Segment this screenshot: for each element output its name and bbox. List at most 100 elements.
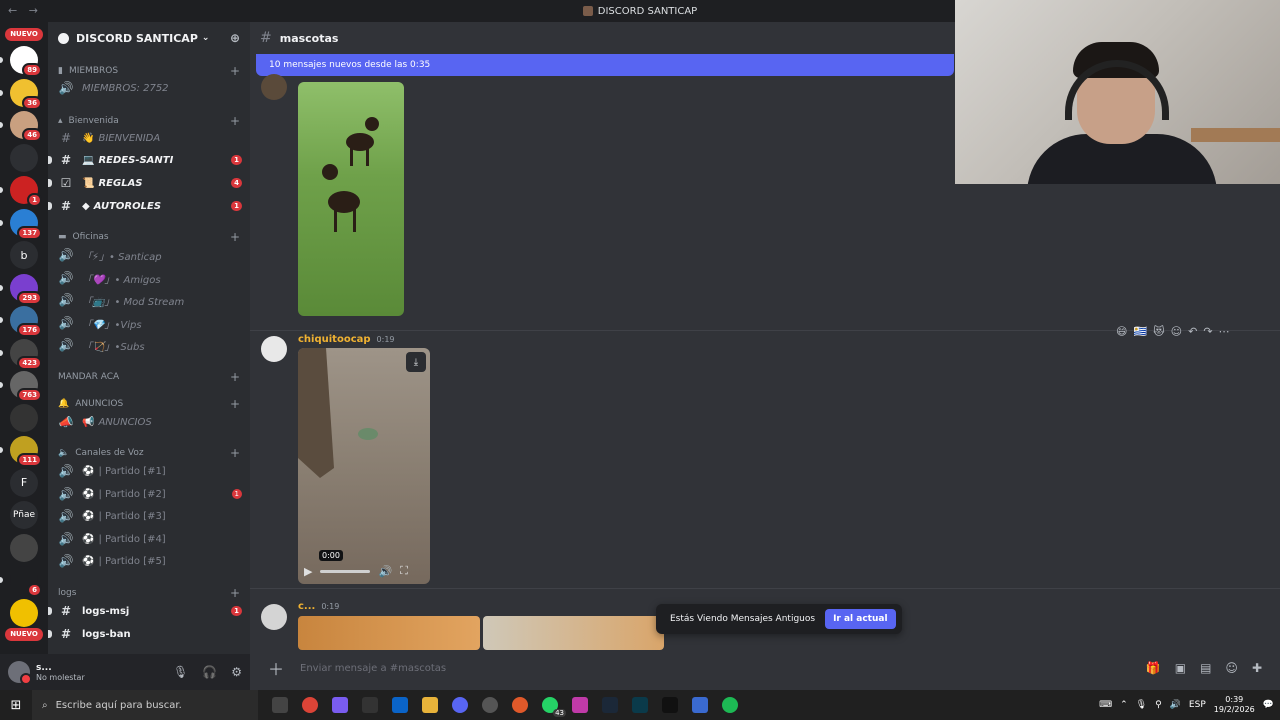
add-channel-icon[interactable]: + (230, 586, 240, 600)
add-channel-icon[interactable]: + (230, 114, 240, 128)
server-icon[interactable]: 1 (10, 176, 42, 207)
dog-photo[interactable] (298, 82, 404, 316)
server-icon[interactable]: 293 (10, 273, 42, 305)
avatar[interactable] (261, 336, 287, 362)
taskbar-search[interactable]: ⌕ Escribe aquí para buscar. (32, 690, 258, 720)
category-voz[interactable]: 🔈 Canales de Voz + (58, 446, 240, 460)
channel-bienvenida[interactable]: # 👋 BIENVENIDA (58, 128, 242, 148)
cat-photo[interactable] (483, 616, 664, 650)
gear-icon[interactable]: ⚙ (231, 665, 242, 679)
cat-photo[interactable] (298, 616, 480, 650)
gif-icon[interactable]: ▣ (1175, 661, 1186, 675)
sticker-icon[interactable]: ▤ (1200, 661, 1211, 675)
server-icon[interactable]: 763 (10, 371, 42, 402)
channel-miembros[interactable]: 🔊 MIEMBROS: 2752 (58, 78, 242, 98)
obs-icon[interactable] (482, 697, 498, 713)
channel-logs-msj[interactable]: # logs-msj 1 (48, 601, 242, 621)
server-icon[interactable]: 46 (10, 111, 42, 142)
app-icon[interactable] (632, 697, 648, 713)
microphone-icon[interactable]: 🎙 (1136, 700, 1147, 710)
voice-channel[interactable]: 🔊 「💜」• Amigos (58, 268, 242, 288)
headphones-icon[interactable]: 🎧 (202, 665, 217, 679)
microphone-icon[interactable]: 🎙 (173, 665, 188, 679)
avatar[interactable] (8, 661, 32, 685)
add-reaction-icon[interactable]: ☺ (1171, 325, 1182, 338)
channel-anuncios[interactable]: 📣 📢 ANUNCIOS (58, 412, 242, 432)
epic-games-icon[interactable] (362, 697, 378, 713)
voice-channel[interactable]: 🔊 「💎」•Vips (58, 313, 242, 333)
notification-icon[interactable]: 💬 (1263, 700, 1274, 710)
server-icon[interactable]: 111 (10, 436, 42, 467)
category-bienvenida[interactable]: ▴ Bienvenida + (58, 114, 240, 128)
add-attachment-icon[interactable]: ＋ (268, 656, 284, 680)
voice-channel-partido[interactable]: 🔊 ⚽ | Partido [#3] (58, 506, 242, 526)
server-icon[interactable]: 36 (10, 78, 42, 110)
message-input[interactable]: Enviar mensaje a #mascotas (300, 663, 446, 674)
discord-icon[interactable] (452, 697, 468, 713)
server-icon[interactable]: 137 (10, 208, 42, 240)
voice-channel[interactable]: 🔊 「🏹」•Subs (58, 335, 242, 355)
shield-icon[interactable] (692, 697, 708, 713)
voice-channel-partido[interactable]: 🔊 ⚽ | Partido [#2] 1 (58, 484, 242, 504)
add-channel-icon[interactable]: + (230, 446, 240, 460)
reaction-emoji-icon[interactable]: 😄 (1116, 325, 1127, 338)
add-channel-icon[interactable]: + (230, 64, 240, 78)
category-anuncios[interactable]: 🔔 ANUNCIOS + (58, 397, 240, 411)
windows-start-icon[interactable]: ⊞ (0, 698, 32, 713)
forward-icon[interactable]: ↷ (1203, 325, 1212, 338)
server-icon[interactable] (10, 533, 38, 562)
app-icon[interactable] (512, 697, 528, 713)
message-author[interactable]: chiquitoocap 0:19 (298, 334, 395, 345)
category-logs[interactable]: logs + (58, 586, 240, 600)
channel-reglas[interactable]: ☑ 📜 REGLAS 4 (48, 173, 242, 193)
task-view-icon[interactable] (272, 697, 288, 713)
voice-channel[interactable]: 🔊 「📺」• Mod Stream (58, 290, 242, 310)
network-icon[interactable]: ⚲ (1155, 700, 1162, 710)
server-icon[interactable] (10, 598, 38, 627)
app-icon[interactable] (572, 697, 588, 713)
jump-to-present-button[interactable]: Ir al actual (825, 609, 896, 629)
add-channel-icon[interactable]: + (230, 370, 240, 384)
play-icon[interactable]: ▶ (304, 565, 312, 578)
language-indicator[interactable]: ESP (1189, 700, 1206, 710)
spotify-icon[interactable] (722, 697, 738, 713)
video-progress-bar[interactable] (320, 569, 371, 573)
flag-icon[interactable]: 🇺🇾 (1133, 325, 1147, 338)
heart-eyes-icon[interactable]: 😻 (1153, 325, 1164, 338)
fullscreen-icon[interactable]: ⛶ (400, 564, 408, 578)
volume-icon[interactable]: 🔊 (1170, 700, 1181, 710)
add-member-icon[interactable]: ⊕ (230, 31, 240, 45)
channel-autoroles[interactable]: # ◆ AUTOROLES 1 (48, 196, 242, 216)
message-composer[interactable]: ＋ Enviar mensaje a #mascotas 🎁 ▣ ▤ ☺ ✚ (256, 650, 1274, 686)
download-icon[interactable]: ⤓ (406, 352, 426, 372)
category-mandar-aca[interactable]: MANDAR ACA + (58, 370, 240, 384)
whatsapp-icon[interactable]: 43 (542, 697, 566, 717)
clock[interactable]: 0:39 19/2/2026 (1214, 695, 1255, 715)
category-miembros[interactable]: ▮ MIEMBROS + (58, 64, 240, 78)
guild-header[interactable]: DISCORD SANTICAP ⌄ ⊕ (48, 22, 250, 54)
channel-redes[interactable]: # 💻 REDES-SANTI 1 (48, 150, 242, 170)
copilot-icon[interactable] (332, 697, 348, 713)
message-author[interactable]: c... 0:19 (298, 601, 339, 612)
server-icon[interactable]: 423 (10, 338, 42, 370)
steam-icon[interactable] (602, 697, 618, 713)
server-icon[interactable]: Pñae (10, 501, 38, 529)
voice-channel[interactable]: 🔊 「⚡」• Santicap (58, 245, 242, 265)
voice-channel-partido[interactable]: 🔊 ⚽ | Partido [#5] (58, 551, 242, 571)
server-icon[interactable]: 6 (10, 566, 42, 597)
volume-icon[interactable]: 🔊 (378, 565, 392, 578)
new-messages-bar[interactable]: 10 mensajes nuevos desde las 0:35 (256, 54, 954, 76)
emoji-icon[interactable]: ☺ (1225, 661, 1238, 675)
add-channel-icon[interactable]: + (230, 397, 240, 411)
server-icon[interactable] (10, 403, 38, 432)
chrome-icon[interactable] (302, 697, 318, 713)
server-icon[interactable] (10, 143, 38, 172)
back-forward-arrows[interactable]: ← → (8, 4, 42, 17)
category-oficinas[interactable]: ▬ Oficinas + (58, 230, 240, 244)
gift-icon[interactable]: 🎁 (1146, 661, 1161, 675)
video-player[interactable] (298, 348, 430, 584)
file-explorer-icon[interactable] (422, 697, 438, 713)
avatar[interactable] (261, 604, 287, 630)
server-icon[interactable]: 176 (10, 306, 42, 337)
server-icon[interactable]: 89 (10, 46, 42, 77)
